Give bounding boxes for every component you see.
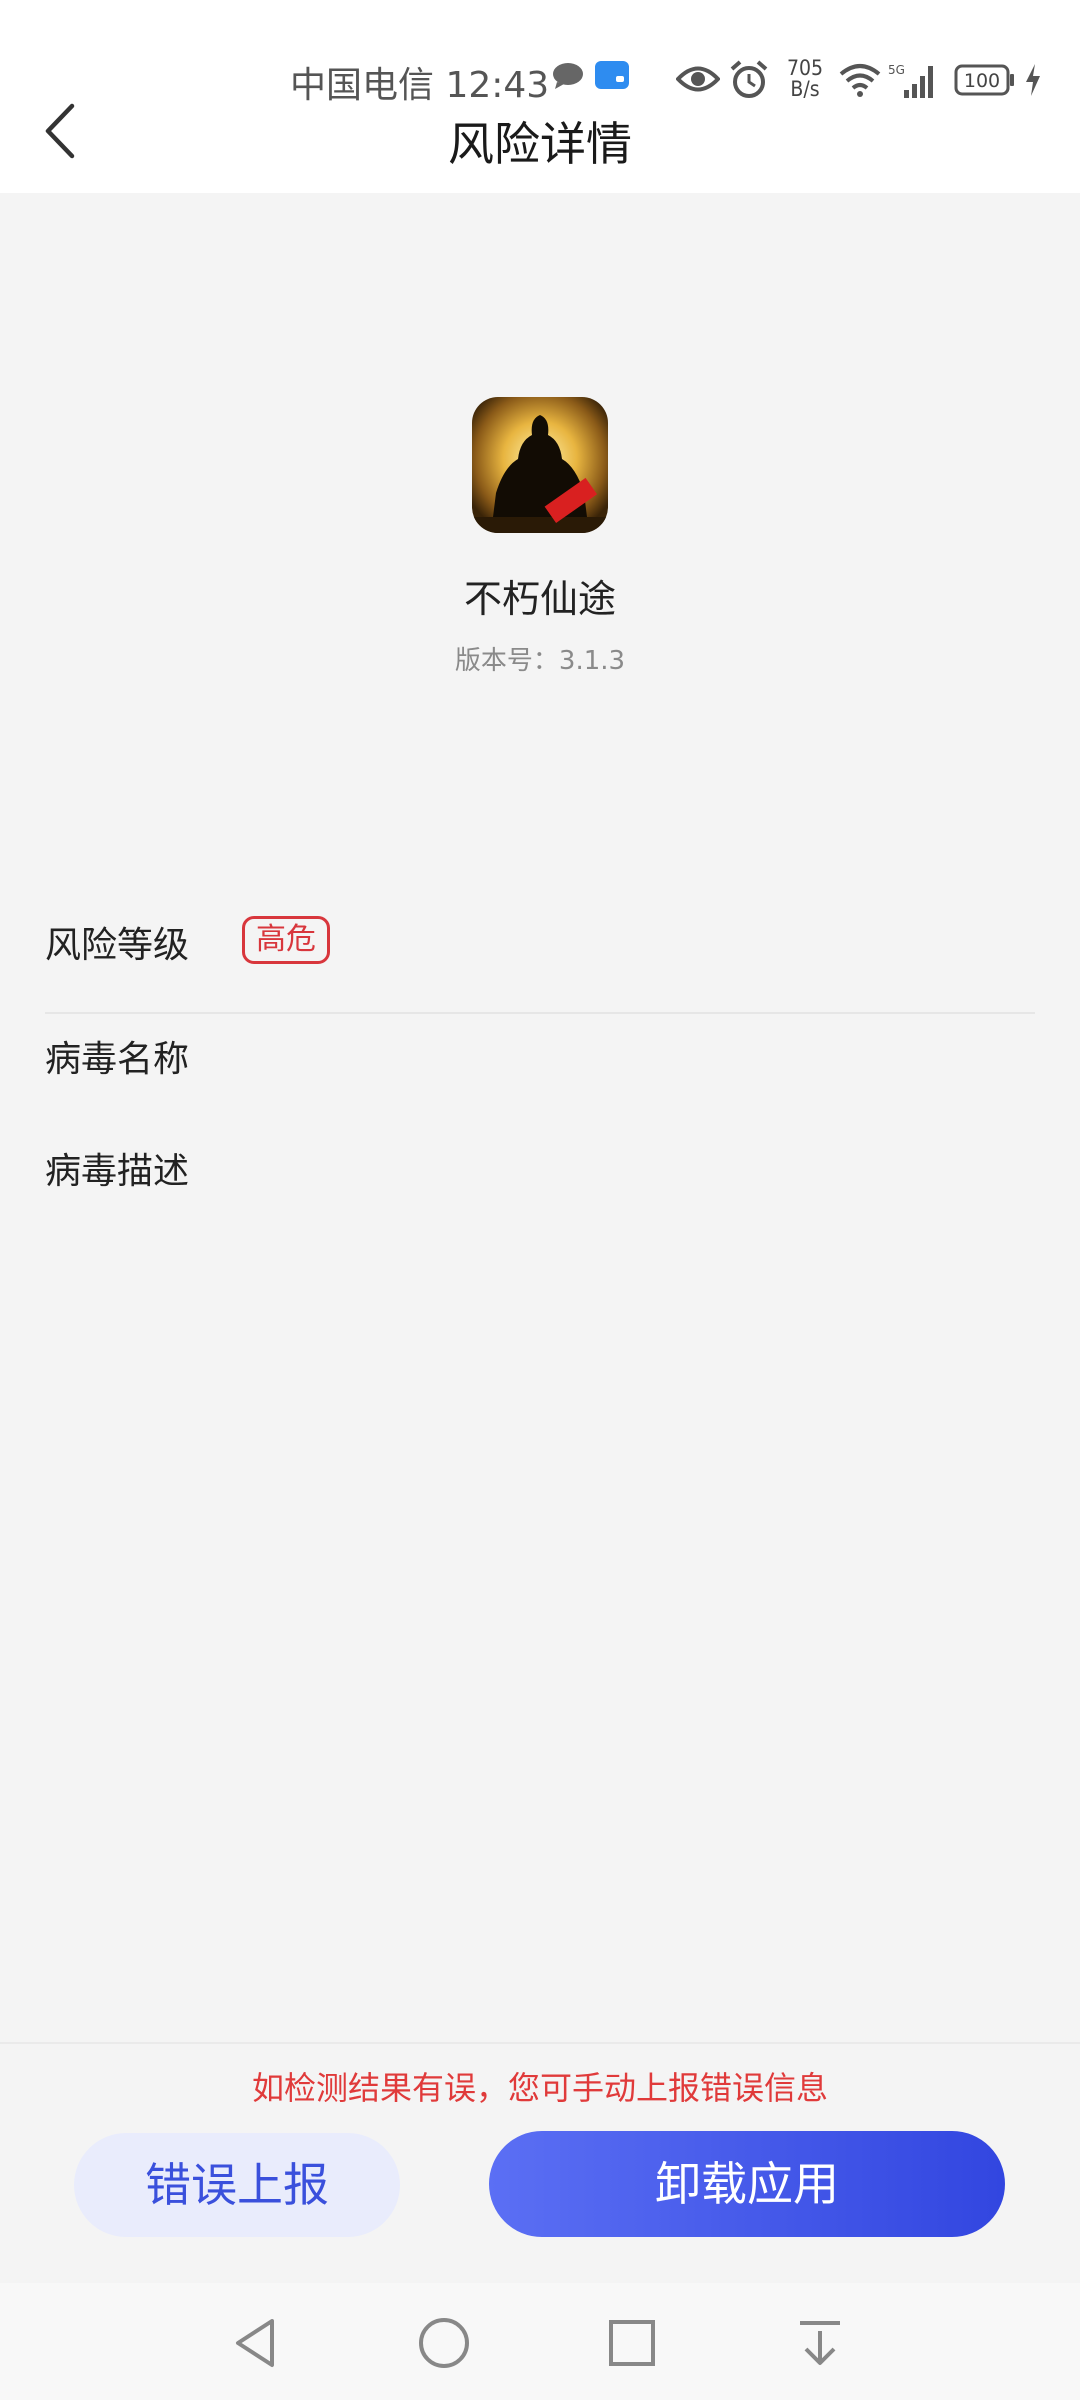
page-title: 风险详情 <box>448 117 632 171</box>
eye-icon <box>676 66 720 92</box>
recents-square-icon[interactable] <box>602 2313 662 2373</box>
header: 中国电信 12:43 705 B/s 5G 100 风险详情 <box>0 0 1080 193</box>
uninstall-app-button[interactable]: 卸载应用 <box>489 2131 1005 2237</box>
risk-level-label: 风险等级 <box>45 925 190 966</box>
error-hint-text: 如检测结果有误，您可手动上报错误信息 <box>251 2069 828 2107</box>
pull-down-icon[interactable] <box>790 2313 850 2373</box>
footer-divider <box>0 2042 1080 2044</box>
app-name: 不朽仙途 <box>463 577 616 621</box>
home-circle-icon[interactable] <box>414 2313 474 2373</box>
risk-level-badge: 高危 <box>242 916 330 964</box>
wifi-icon <box>839 64 881 97</box>
virus-description-label: 病毒描述 <box>45 1151 190 1192</box>
divider <box>45 1012 1035 1014</box>
alarm-icon <box>730 60 768 98</box>
charging-icon <box>1026 64 1040 96</box>
svg-text:5G: 5G <box>888 63 905 77</box>
system-nav-bar <box>0 2283 1080 2400</box>
app-version: 版本号：3.1.3 <box>454 646 626 676</box>
chat-bubble-icon <box>553 63 583 89</box>
virus-name-label: 病毒名称 <box>45 1039 190 1080</box>
battery-icon: 100 <box>954 64 1014 96</box>
app-icon <box>472 397 608 533</box>
net-speed: 705 B/s <box>786 56 824 101</box>
app-notification-icon <box>595 61 629 89</box>
svg-text:100: 100 <box>964 70 1000 92</box>
carrier-time: 中国电信 12:43 <box>290 65 550 106</box>
back-triangle-icon[interactable] <box>226 2313 286 2373</box>
report-error-button[interactable]: 错误上报 <box>74 2133 400 2237</box>
signal-icon: 5G <box>888 63 933 98</box>
status-bar: 中国电信 12:43 705 B/s 5G 100 <box>0 52 1080 112</box>
